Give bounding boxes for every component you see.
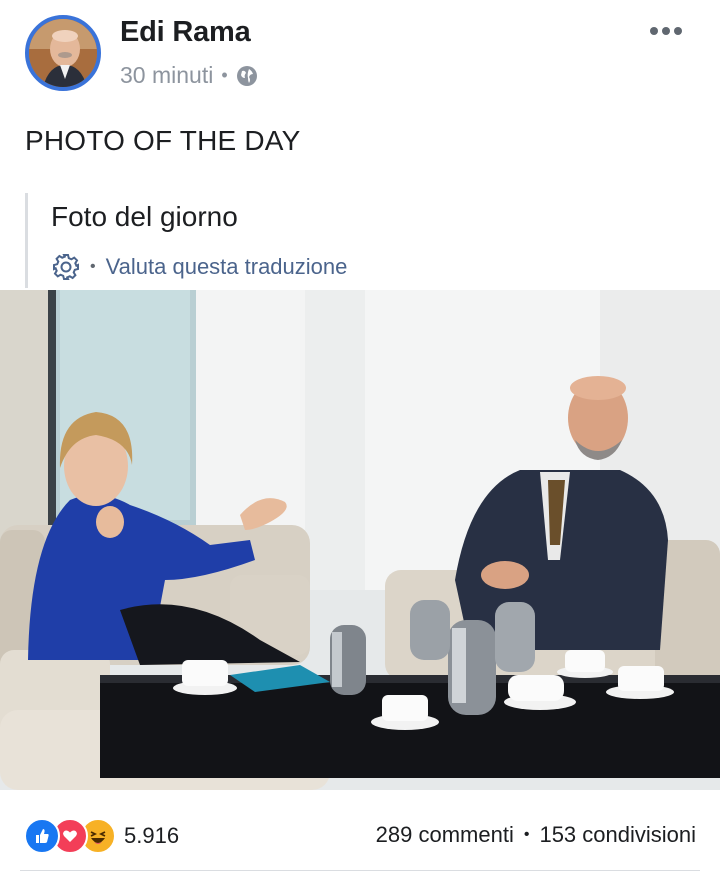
post-photo[interactable]: [0, 290, 720, 790]
facebook-post: Edi Rama 30 minuti • PHOTO OF THE DAY Fo…: [0, 0, 720, 881]
author-name[interactable]: Edi Rama: [120, 16, 251, 49]
separator-dot: •: [90, 258, 96, 275]
globe-icon: [236, 65, 258, 87]
reactions-summary[interactable]: 5.916: [24, 818, 179, 854]
more-options-icon[interactable]: [650, 26, 682, 36]
timestamp[interactable]: 30 minuti: [120, 62, 213, 89]
like-icon: [24, 818, 60, 854]
separator-dot: •: [221, 65, 228, 85]
avatar[interactable]: [25, 15, 101, 91]
translated-text: Foto del giorno: [51, 201, 238, 232]
translation-meta: • Valuta questa traduzione: [50, 251, 347, 283]
rate-translation-link[interactable]: Valuta questa traduzione: [106, 254, 348, 280]
gear-icon[interactable]: [50, 251, 82, 283]
engagement-stats: 289 commenti • 153 condivisioni: [376, 822, 696, 848]
translation-block: Foto del giorno • Valuta questa traduzio…: [25, 193, 688, 288]
post-meta: 30 minuti •: [120, 62, 258, 89]
post-text: PHOTO OF THE DAY: [25, 125, 301, 156]
separator-dot: •: [523, 826, 530, 843]
post-footer: 5.916 289 commenti • 153 condivisioni: [0, 808, 720, 860]
footer-divider: [20, 870, 700, 871]
reaction-count: 5.916: [124, 823, 180, 848]
shares-link[interactable]: 153 condivisioni: [539, 822, 696, 848]
post-header: Edi Rama 30 minuti •: [0, 0, 720, 110]
comments-link[interactable]: 289 commenti: [376, 822, 514, 848]
